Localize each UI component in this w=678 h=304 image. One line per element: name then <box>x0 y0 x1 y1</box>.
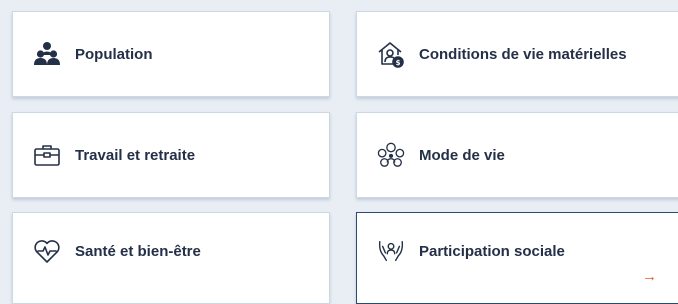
tile-label: Travail et retraite <box>75 146 196 164</box>
tile-participation-sociale[interactable]: Participation sociale → <box>356 212 678 304</box>
svg-text:$: $ <box>396 59 401 67</box>
tile-label: Conditions de vie matérielles <box>419 45 627 63</box>
tile-population[interactable]: Population <box>12 11 330 97</box>
tile-label: Santé et bien-être <box>75 242 201 260</box>
tile-mode-de-vie[interactable]: Mode de vie <box>356 112 678 198</box>
tile-sante-bien-etre[interactable]: Santé et bien-être <box>12 212 330 304</box>
social-network-icon <box>377 141 405 169</box>
tile-label: Participation sociale <box>419 242 565 260</box>
arrow-right-icon: → <box>642 268 657 285</box>
house-money-icon: $ <box>377 40 405 68</box>
hands-person-icon <box>377 237 405 265</box>
briefcase-icon <box>33 141 61 169</box>
tile-label: Population <box>75 45 153 63</box>
tile-conditions-de-vie[interactable]: $ Conditions de vie matérielles <box>356 11 678 97</box>
tile-travail-retraite[interactable]: Travail et retraite <box>12 112 330 198</box>
tile-label: Mode de vie <box>419 146 505 164</box>
population-icon <box>33 40 61 68</box>
heart-pulse-icon <box>33 237 61 265</box>
